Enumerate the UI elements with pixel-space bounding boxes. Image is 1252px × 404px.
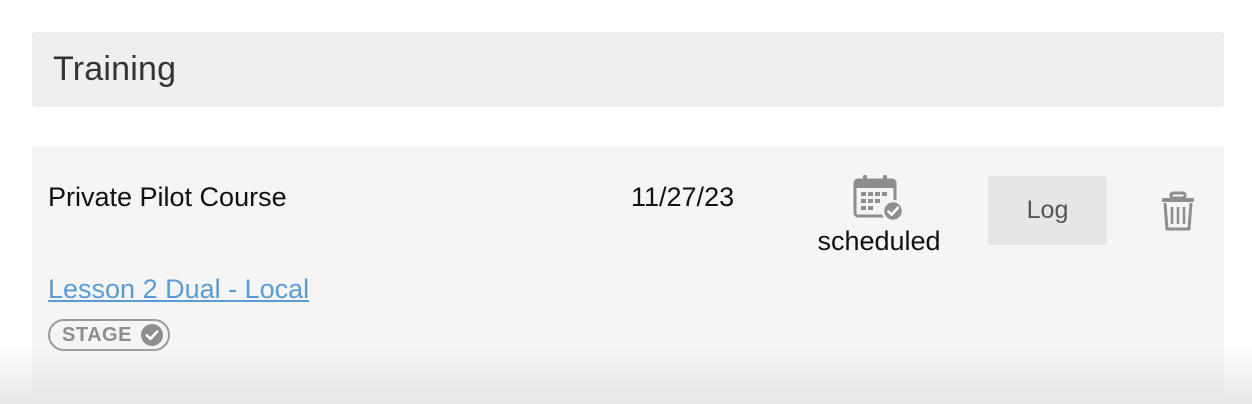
status-label: scheduled: [817, 226, 941, 256]
scheduled-date: 11/27/23: [631, 182, 735, 212]
stage-badge: STAGE: [48, 319, 170, 351]
calendar-check-icon: [853, 175, 905, 222]
check-circle-icon: [140, 324, 163, 346]
trash-icon[interactable]: [1157, 190, 1199, 232]
stage-badge-label: STAGE: [62, 323, 132, 346]
training-page: Training Private Pilot Course 11/27/23 s…: [0, 0, 1252, 404]
course-name: Private Pilot Course: [48, 182, 287, 212]
training-entry-card: Private Pilot Course 11/27/23 scheduled …: [32, 146, 1224, 396]
log-button[interactable]: Log: [988, 176, 1107, 245]
lesson-link[interactable]: Lesson 2 Dual - Local: [48, 274, 309, 305]
section-title: Training: [53, 50, 177, 88]
section-header: Training: [32, 32, 1224, 107]
status-indicator: scheduled: [812, 174, 946, 257]
